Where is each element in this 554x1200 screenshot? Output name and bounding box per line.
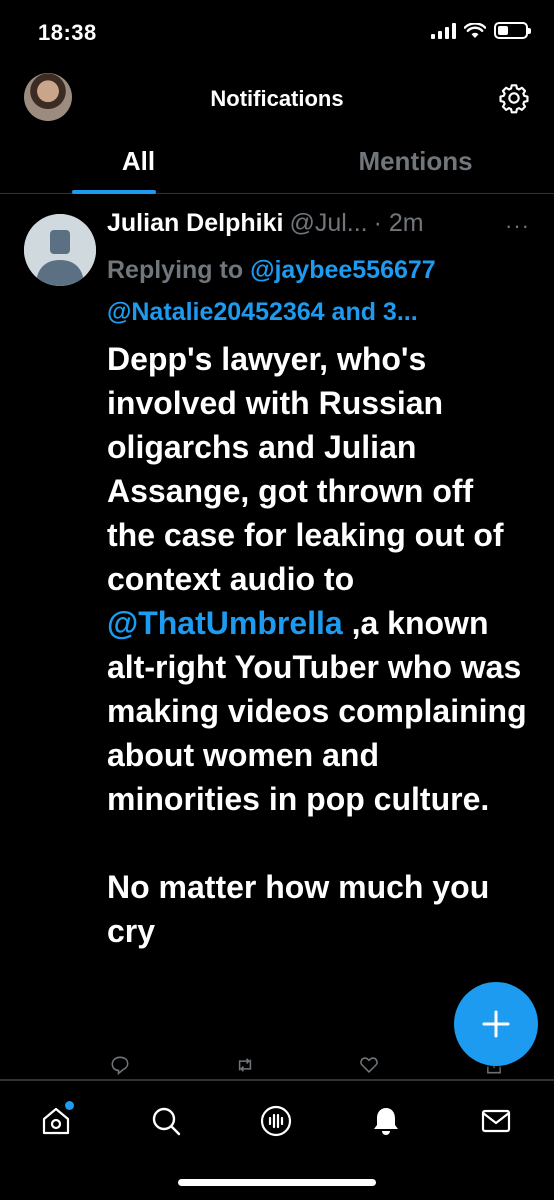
tab-mentions-label: Mentions	[358, 146, 473, 176]
mail-icon	[481, 1109, 511, 1133]
replying-prefix: Replying to	[107, 256, 251, 284]
nav-spaces[interactable]	[258, 1103, 294, 1139]
search-icon	[152, 1107, 181, 1136]
reply-icon[interactable]	[107, 1055, 133, 1075]
notification-tabs: All Mentions	[0, 132, 554, 194]
gear-icon[interactable]	[498, 82, 530, 114]
replying-to: Replying to @jaybee556677	[107, 249, 530, 291]
tweet[interactable]: Julian Delphiki @Jul... · 2m ··· Replyin…	[0, 195, 554, 1080]
compose-tweet-button[interactable]	[454, 982, 538, 1066]
nav-home[interactable]	[38, 1101, 74, 1139]
cellular-signal-icon	[431, 22, 456, 39]
nav-notifications[interactable]	[368, 1103, 404, 1139]
like-icon[interactable]	[356, 1055, 382, 1075]
tweet-body: Julian Delphiki @Jul... · 2m ··· Replyin…	[107, 209, 530, 953]
author-name[interactable]: Julian Delphiki	[107, 209, 283, 238]
tab-mentions[interactable]: Mentions	[277, 132, 554, 193]
tweet-actions	[107, 1055, 507, 1075]
author-handle[interactable]: @Jul...	[289, 209, 367, 238]
mention-link[interactable]: @ThatUmbrella	[107, 605, 343, 641]
default-avatar-icon	[24, 214, 96, 286]
avatar[interactable]	[24, 214, 96, 286]
spaces-icon	[260, 1105, 292, 1137]
tab-all[interactable]: All	[0, 132, 277, 194]
retweet-icon[interactable]	[232, 1055, 258, 1075]
nav-messages[interactable]	[478, 1103, 514, 1139]
tweet-text: Depp's lawyer, who's involved with Russi…	[107, 337, 530, 953]
active-tab-indicator	[72, 190, 156, 194]
status-time: 18:38	[38, 20, 97, 45]
page-title: Notifications	[210, 86, 344, 111]
battery-icon	[494, 22, 531, 39]
tweet-text-part3: No matter how much you cry	[107, 869, 490, 949]
reply-mention-link[interactable]: @jaybee556677	[250, 256, 436, 284]
plus-icon	[482, 1010, 510, 1038]
tweet-text-part1: Depp's lawyer, who's involved with Russi…	[107, 341, 504, 597]
home-indicator	[178, 1179, 376, 1186]
tweet-header: Julian Delphiki @Jul... · 2m ···	[107, 209, 530, 249]
tweet-time: · 2m	[373, 209, 424, 237]
home-notification-dot	[65, 1101, 74, 1110]
more-options-icon[interactable]: ···	[505, 213, 530, 239]
status-bar: 18:38	[0, 0, 554, 64]
bell-icon	[374, 1108, 398, 1135]
reply-mentions-more[interactable]: @Natalie20452364 and 3...	[107, 291, 530, 333]
wifi-icon	[464, 22, 486, 38]
header: Notifications	[0, 64, 554, 132]
nav-search[interactable]	[148, 1103, 184, 1139]
tab-all-label: All	[121, 146, 156, 176]
status-icons	[431, 22, 531, 39]
